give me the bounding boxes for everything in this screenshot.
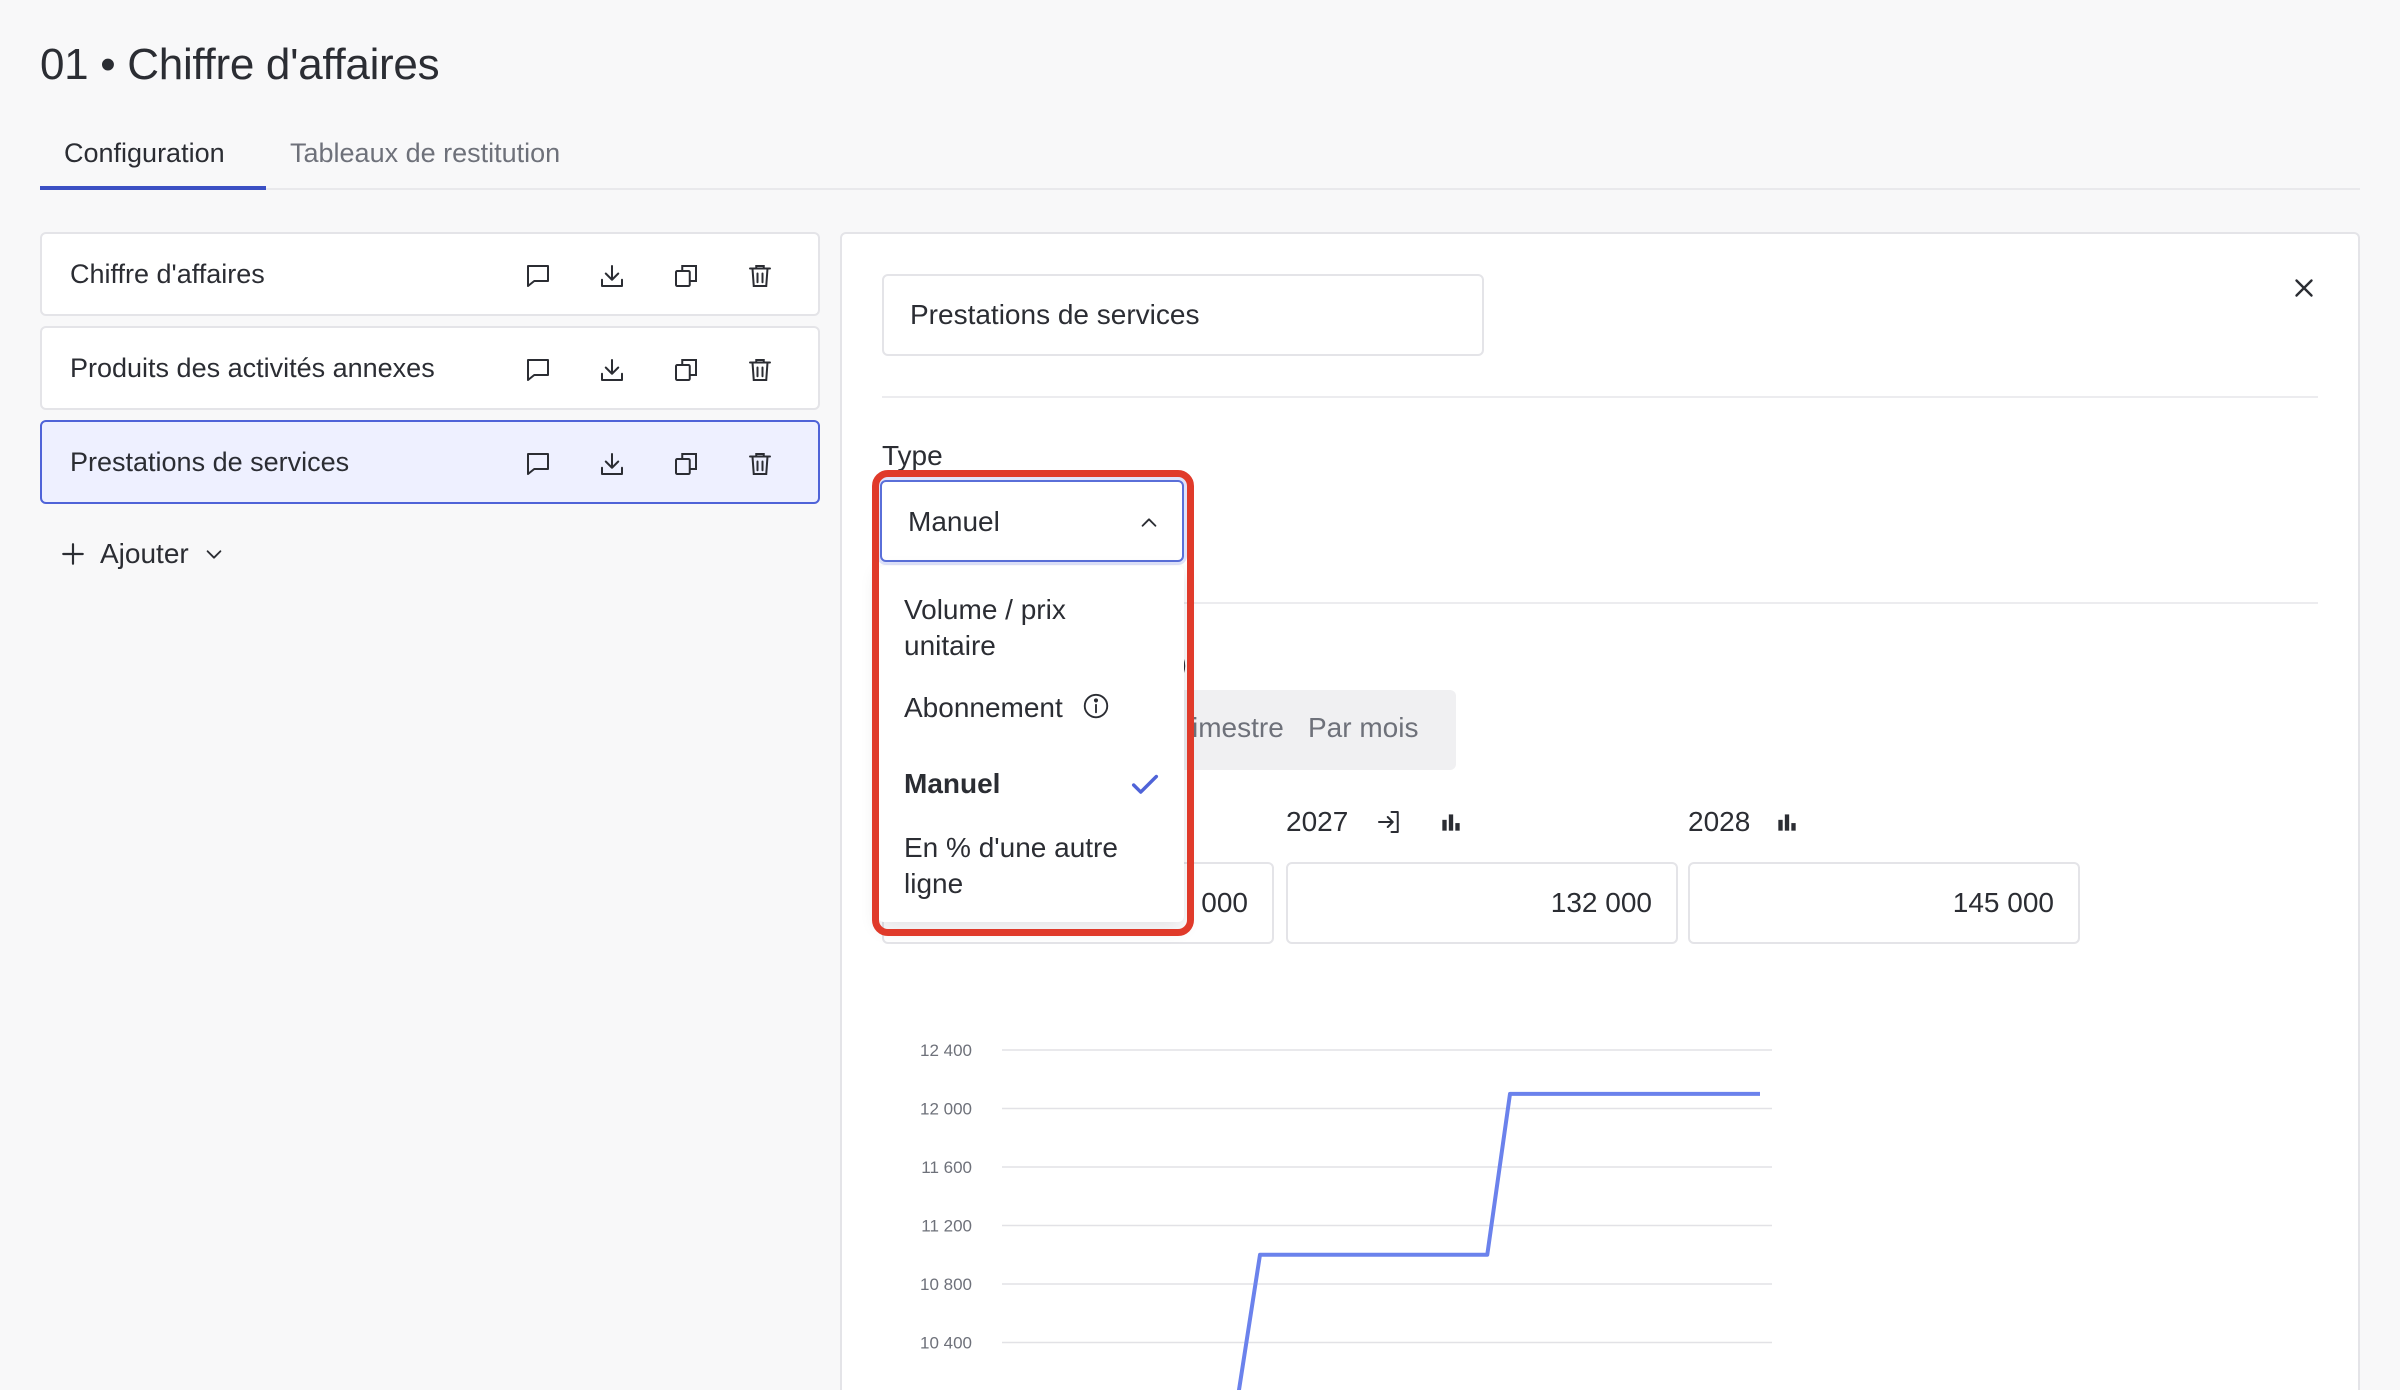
sidebar-item-chiffre-affaires[interactable]: Chiffre d'affaires bbox=[40, 232, 820, 316]
sidebar-item-label: Prestations de services bbox=[70, 446, 350, 477]
tab-tableaux-de-restitution[interactable]: Tableaux de restitution bbox=[290, 138, 560, 169]
year-label: 2028 bbox=[1688, 806, 1751, 837]
tab-configuration[interactable]: Configuration bbox=[64, 138, 225, 169]
chevron-up-icon bbox=[1138, 512, 1160, 534]
sidebar-item-label: Chiffre d'affaires bbox=[70, 258, 265, 289]
divider bbox=[882, 396, 2318, 398]
option-abonnement[interactable]: Abonnement bbox=[904, 690, 1111, 726]
y-tick-label: 10 400 bbox=[920, 1334, 972, 1353]
comment-icon[interactable] bbox=[520, 352, 556, 388]
type-options-menu: Volume / prix unitaire Abonnement Manuel… bbox=[878, 566, 1184, 922]
period-option-semester[interactable]: imestre bbox=[1192, 712, 1284, 744]
trash-icon[interactable] bbox=[742, 258, 778, 294]
option-volume-prix-unitaire[interactable]: Volume / prix unitaire bbox=[904, 592, 1124, 664]
line-name-input[interactable] bbox=[882, 274, 1484, 356]
year-header-2027: 2027 bbox=[1286, 806, 1464, 838]
close-icon[interactable] bbox=[2286, 270, 2322, 306]
type-select[interactable]: Manuel bbox=[880, 480, 1184, 562]
comment-icon[interactable] bbox=[520, 446, 556, 482]
sidebar-item-produits-activites-annexes[interactable]: Produits des activités annexes bbox=[40, 326, 820, 410]
year-value-input-2028[interactable] bbox=[1688, 862, 2080, 944]
y-tick-label: 11 200 bbox=[921, 1217, 972, 1236]
add-button[interactable]: Ajouter bbox=[60, 538, 225, 570]
duplicate-icon[interactable] bbox=[668, 352, 704, 388]
page-title: 01 • Chiffre d'affaires bbox=[40, 40, 440, 89]
checkmark-icon bbox=[1128, 768, 1162, 802]
option-label: Abonnement bbox=[904, 692, 1063, 723]
period-toggle: imestre Par mois bbox=[1162, 690, 1456, 770]
trash-icon[interactable] bbox=[742, 446, 778, 482]
sidebar-item-prestations-de-services[interactable]: Prestations de services bbox=[40, 420, 820, 504]
trash-icon[interactable] bbox=[742, 352, 778, 388]
option-manuel[interactable]: Manuel bbox=[904, 766, 1000, 802]
option-pourcentage-autre-ligne[interactable]: En % d'une autre ligne bbox=[904, 830, 1144, 902]
duplicate-icon[interactable] bbox=[668, 258, 704, 294]
period-option-monthly[interactable]: Par mois bbox=[1308, 712, 1418, 744]
year-header-2028: 2028 bbox=[1688, 806, 1800, 838]
plus-icon bbox=[60, 541, 86, 567]
y-tick-label: 12 000 bbox=[920, 1100, 972, 1119]
tab-bar: Configuration Tableaux de restitution bbox=[40, 130, 2360, 190]
chevron-down-icon bbox=[203, 543, 225, 565]
revenue-line-chart: 12 40012 00011 60011 20010 80010 40010 0… bbox=[920, 1041, 1772, 1390]
type-select-value: Manuel bbox=[908, 506, 1000, 537]
bar-chart-icon[interactable] bbox=[1438, 809, 1464, 835]
download-icon[interactable] bbox=[594, 352, 630, 388]
y-tick-label: 12 400 bbox=[920, 1041, 972, 1060]
y-tick-label: 10 800 bbox=[920, 1275, 972, 1294]
year-label: 2027 bbox=[1286, 806, 1349, 837]
download-icon[interactable] bbox=[594, 258, 630, 294]
active-tab-indicator bbox=[40, 186, 266, 190]
sidebar-item-label: Produits des activités annexes bbox=[70, 352, 435, 383]
import-icon[interactable] bbox=[1374, 807, 1404, 837]
download-icon[interactable] bbox=[594, 446, 630, 482]
comment-icon[interactable] bbox=[520, 258, 556, 294]
y-tick-label: 11 600 bbox=[921, 1158, 972, 1177]
duplicate-icon[interactable] bbox=[668, 446, 704, 482]
year-value-input-2027[interactable] bbox=[1286, 862, 1678, 944]
bar-chart-icon[interactable] bbox=[1774, 809, 1800, 835]
info-icon[interactable] bbox=[1081, 691, 1111, 721]
revenue-series-line bbox=[1236, 1091, 1760, 1390]
type-label: Type bbox=[882, 440, 943, 471]
add-button-label: Ajouter bbox=[100, 538, 189, 569]
